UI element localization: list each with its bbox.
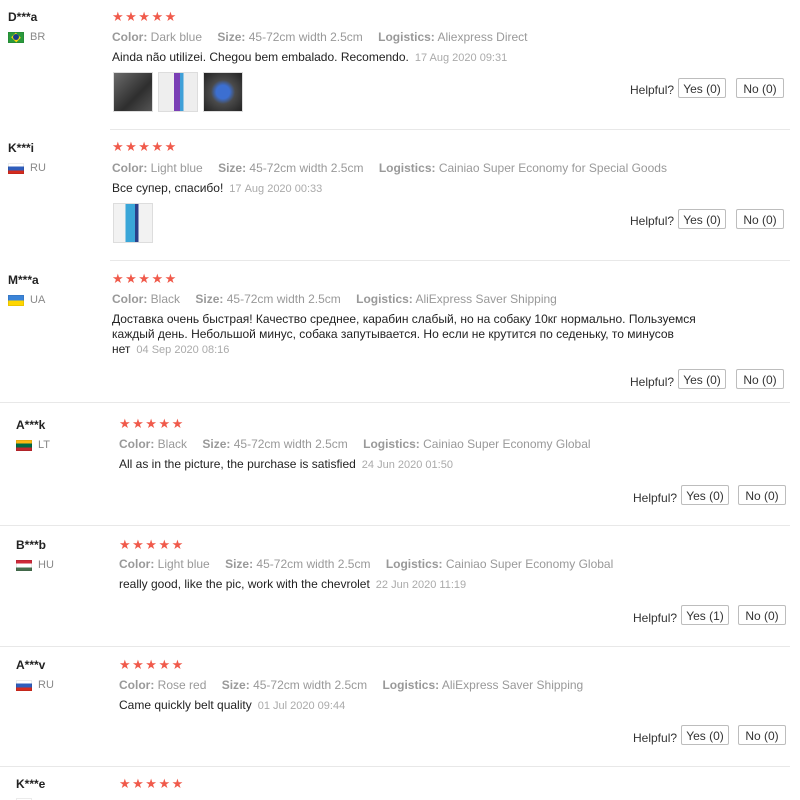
reviewer-name: B***b: [16, 538, 47, 552]
helpful-yes-button[interactable]: Yes (0): [678, 209, 726, 229]
helpful-no-button[interactable]: No (0): [736, 78, 784, 98]
flag-icon: [16, 439, 32, 451]
helpful-no-button[interactable]: No (0): [738, 485, 786, 505]
review-text: All as in the picture, the purchase is s…: [119, 457, 453, 471]
review-date: 17 Aug 2020 09:31: [414, 52, 508, 64]
review-item: B***b HU ★★★★★ Color: Light blue Size: 4…: [0, 526, 800, 647]
review-attributes: Color: Black Size: 45-72cm width 2.5cm L…: [119, 437, 591, 451]
review-text: Доставка очень быстрая! Качество среднее…: [112, 312, 696, 356]
review-photo[interactable]: [203, 72, 243, 112]
review-item: K***e ★★★★★: [0, 768, 800, 800]
review-item: A***k LT ★★★★★ Color: Black Size: 45-72c…: [0, 404, 800, 526]
reviewer-name: K***i: [8, 141, 35, 155]
review-text: Came quickly belt quality 01 Jul 2020 09:…: [119, 698, 346, 712]
helpful-label: Helpful?: [633, 491, 678, 505]
reviewer-name: A***v: [16, 658, 46, 672]
review-attributes: Color: Dark blue Size: 45-72cm width 2.5…: [112, 30, 528, 44]
helpful-label: Helpful?: [630, 214, 675, 228]
reviewer-country: BR: [8, 31, 45, 43]
helpful-no-button[interactable]: No (0): [738, 725, 786, 745]
helpful-label: Helpful?: [630, 83, 675, 97]
review-attributes: Color: Rose red Size: 45-72cm width 2.5c…: [119, 678, 584, 692]
helpful-yes-button[interactable]: Yes (1): [681, 605, 729, 625]
reviewer-country: HU: [16, 559, 54, 571]
reviewer-country: LT: [16, 439, 50, 451]
review-photo[interactable]: [158, 72, 198, 112]
reviewer-country: RU: [16, 679, 54, 691]
review-text: Ainda não utilizei. Chegou bem embalado.…: [112, 50, 508, 64]
helpful-yes-button[interactable]: Yes (0): [678, 78, 726, 98]
review-date: 04 Sep 2020 08:16: [136, 344, 230, 356]
reviewer-name: K***e: [16, 777, 46, 791]
review-text: Все супер, спасибо! 17 Aug 2020 00:33: [112, 181, 323, 195]
review-attributes: Color: Light blue Size: 45-72cm width 2.…: [119, 557, 614, 571]
flag-icon: [8, 31, 24, 43]
flag-icon: [8, 294, 24, 306]
reviewer-country: RU: [8, 162, 46, 174]
star-rating: ★★★★★: [112, 139, 178, 154]
star-rating: ★★★★★: [119, 537, 185, 552]
review-item: M***a UA ★★★★★ Color: Black Size: 45-72c…: [0, 261, 800, 403]
helpful-yes-button[interactable]: Yes (0): [681, 725, 729, 745]
reviewer-name: D***a: [8, 10, 38, 24]
star-rating: ★★★★★: [112, 271, 178, 286]
review-item: D***a BR ★★★★★ Color: Dark blue Size: 45…: [0, 0, 800, 130]
review-item: K***i RU ★★★★★ Color: Light blue Size: 4…: [0, 130, 800, 261]
review-attributes: Color: Light blue Size: 45-72cm width 2.…: [112, 161, 667, 175]
helpful-no-button[interactable]: No (0): [738, 605, 786, 625]
helpful-no-button[interactable]: No (0): [736, 369, 784, 389]
review-item: A***v RU ★★★★★ Color: Rose red Size: 45-…: [0, 647, 800, 767]
helpful-no-button[interactable]: No (0): [736, 209, 784, 229]
helpful-label: Helpful?: [633, 731, 678, 745]
helpful-yes-button[interactable]: Yes (0): [681, 485, 729, 505]
review-photo[interactable]: [113, 203, 153, 243]
review-date: 22 Jun 2020 11:19: [375, 579, 467, 591]
star-rating: ★★★★★: [119, 776, 185, 791]
helpful-yes-button[interactable]: Yes (0): [678, 369, 726, 389]
flag-icon: [8, 162, 24, 174]
review-date: 01 Jul 2020 09:44: [257, 700, 346, 712]
star-rating: ★★★★★: [112, 9, 178, 24]
review-date: 24 Jun 2020 01:50: [361, 459, 453, 471]
flag-icon: [16, 679, 32, 691]
reviewer-name: M***a: [8, 273, 39, 287]
reviewer-name: A***k: [16, 418, 46, 432]
helpful-label: Helpful?: [633, 611, 678, 625]
review-text: really good, like the pic, work with the…: [119, 577, 467, 591]
helpful-label: Helpful?: [630, 375, 675, 389]
review-photo[interactable]: [113, 72, 153, 112]
divider: [0, 766, 790, 767]
flag-icon: [16, 559, 32, 571]
review-date: 17 Aug 2020 00:33: [229, 183, 323, 195]
review-attributes: Color: Black Size: 45-72cm width 2.5cm L…: [112, 292, 557, 306]
star-rating: ★★★★★: [119, 416, 185, 431]
reviewer-country: UA: [8, 294, 45, 306]
divider: [0, 402, 790, 403]
star-rating: ★★★★★: [119, 657, 185, 672]
